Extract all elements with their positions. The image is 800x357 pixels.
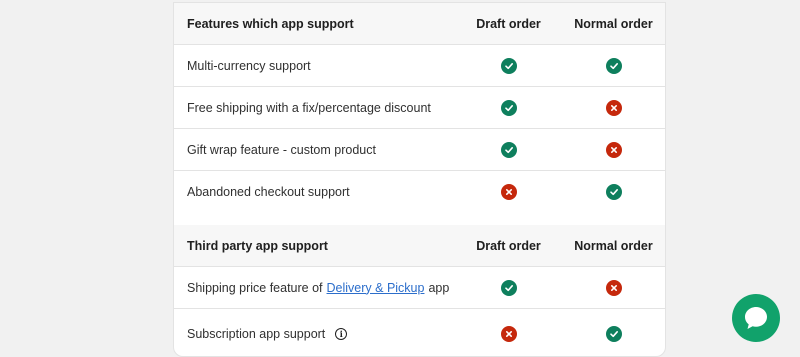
chat-button[interactable] — [732, 294, 780, 342]
table-row: Free shipping with a fix/percentage disc… — [174, 87, 665, 129]
section1-header-row: Features which app support Draft order N… — [174, 3, 665, 45]
check-icon — [500, 141, 517, 158]
cross-icon — [500, 325, 517, 342]
delivery-pickup-link[interactable]: Delivery & Pickup — [327, 281, 425, 295]
table-row: Gift wrap feature - custom product — [174, 129, 665, 171]
feature-support-card: Features which app support Draft order N… — [173, 2, 666, 357]
feature-text: Subscription app support — [187, 326, 326, 341]
feature-label: Abandoned checkout support — [187, 185, 350, 199]
check-icon — [605, 325, 622, 342]
section1-header-feature: Features which app support — [187, 16, 354, 31]
section2-header-row: Third party app support Draft order Norm… — [174, 225, 665, 267]
chat-bubble-icon — [745, 307, 767, 329]
feature-prefix: Shipping price feature of — [187, 280, 323, 295]
check-icon — [500, 57, 517, 74]
feature-suffix: app — [428, 280, 450, 295]
feature-label: Subscription app support i — [187, 309, 348, 356]
table-row: Shipping price feature of Delivery & Pic… — [174, 267, 665, 309]
section2-header-feature: Third party app support — [187, 238, 328, 253]
check-icon — [605, 57, 622, 74]
info-icon[interactable]: i — [335, 327, 348, 340]
section1-header-draft: Draft order — [476, 16, 541, 31]
section1-header-normal: Normal order — [574, 16, 653, 31]
table-row: Abandoned checkout support — [174, 171, 665, 213]
table-row: Multi-currency support — [174, 45, 665, 87]
feature-label: Gift wrap feature - custom product — [187, 142, 376, 157]
feature-label: Shipping price feature of Delivery & Pic… — [187, 267, 449, 308]
check-icon — [605, 184, 622, 200]
feature-label: Free shipping with a fix/percentage disc… — [187, 100, 431, 115]
check-icon — [500, 99, 517, 116]
cross-icon — [605, 141, 622, 158]
section2-header-draft: Draft order — [476, 238, 541, 253]
check-icon — [500, 279, 517, 296]
cross-icon — [605, 99, 622, 116]
cross-icon — [605, 279, 622, 296]
feature-label: Multi-currency support — [187, 58, 311, 73]
section2-header-normal: Normal order — [574, 238, 653, 253]
table-row: Subscription app support i — [174, 309, 665, 356]
cross-icon — [500, 184, 517, 200]
